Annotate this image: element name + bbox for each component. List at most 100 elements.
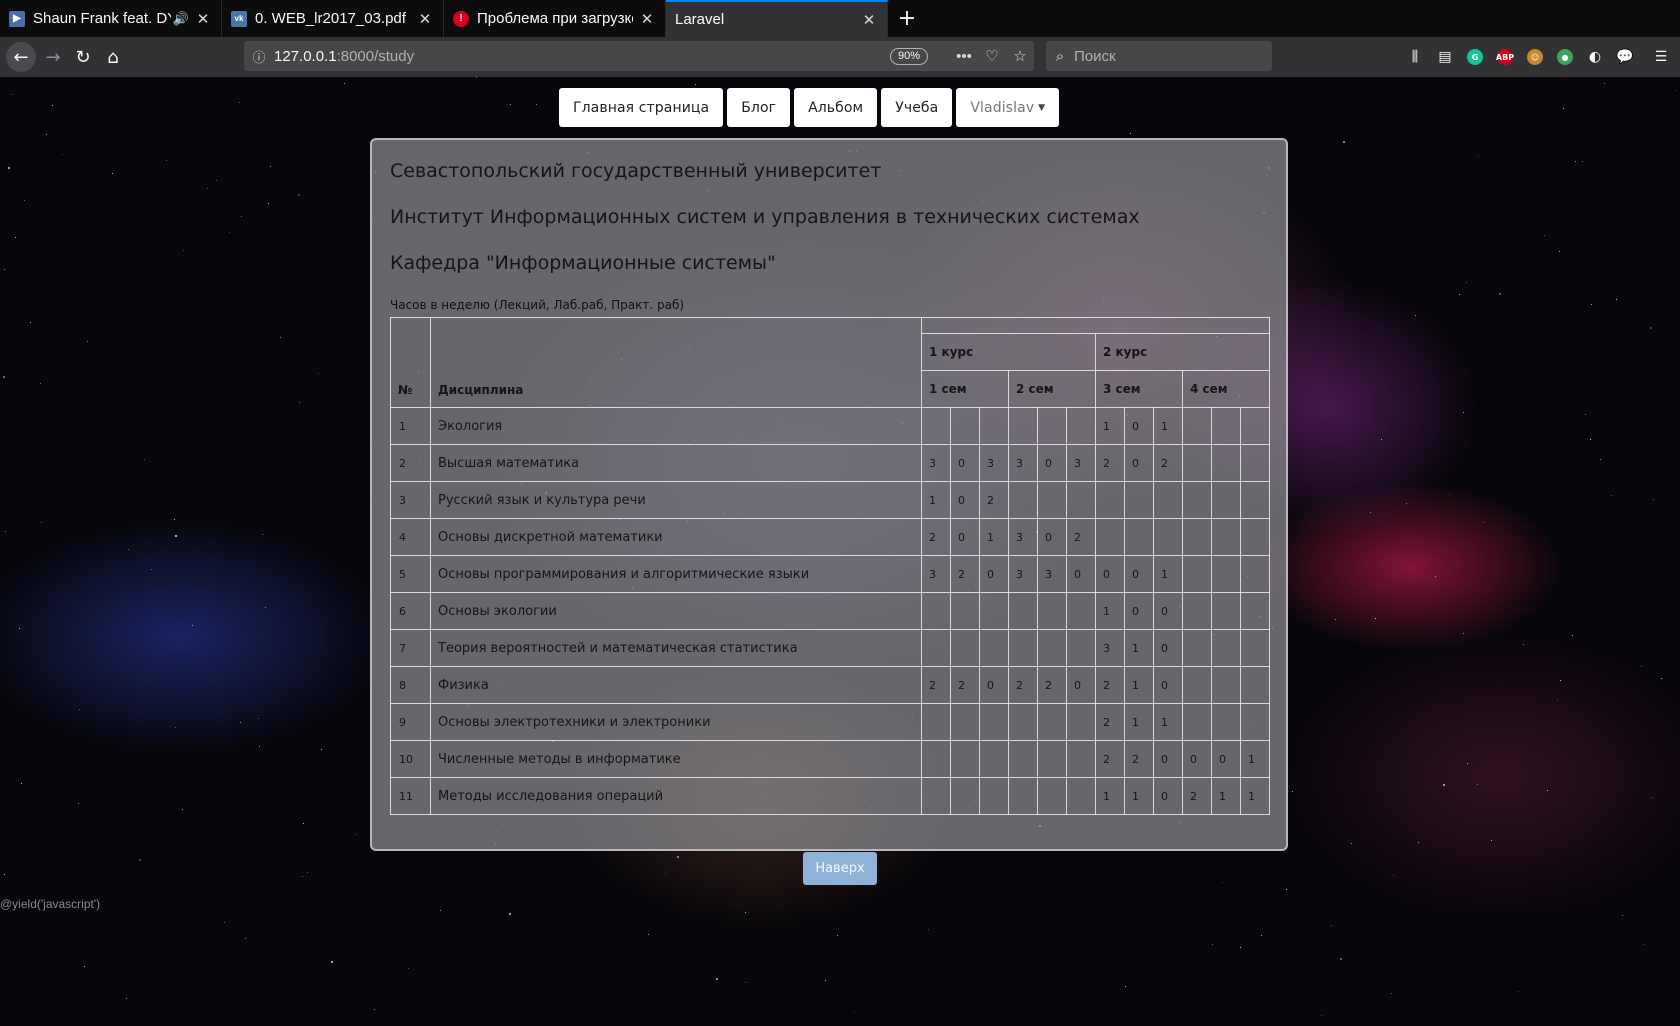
close-tab-icon[interactable]: ✕	[861, 11, 877, 29]
hours-cell	[1240, 481, 1270, 519]
hours-cell	[950, 777, 980, 815]
close-tab-icon[interactable]: ✕	[195, 10, 211, 28]
nav-blog-link[interactable]: Блог	[727, 88, 791, 127]
close-tab-icon[interactable]: ✕	[417, 10, 433, 28]
star-dot	[1590, 439, 1591, 440]
star-dot	[229, 232, 230, 233]
star-dot	[3, 376, 5, 378]
hours-cell	[1066, 703, 1096, 741]
hours-cell	[1211, 592, 1241, 630]
star-dot	[1340, 958, 1342, 960]
nav-album-link[interactable]: Альбом	[794, 88, 878, 127]
hours-cell: 3	[1037, 555, 1067, 593]
hours-cell: 2	[1095, 740, 1125, 778]
hours-cell: 1	[979, 518, 1009, 556]
address-bar[interactable]: ⓘ 127.0.0.1:8000/study 90% ••• ♡ ☆	[244, 41, 1034, 71]
speaker-icon[interactable]: 🔊	[173, 11, 189, 27]
hours-cell: 0	[1037, 444, 1067, 482]
star-dot	[1575, 161, 1576, 162]
reload-icon[interactable]: ↻	[68, 42, 98, 72]
chat-icon[interactable]: 💬	[1610, 42, 1640, 72]
star-dot	[1261, 935, 1262, 936]
hours-cell	[1182, 592, 1212, 630]
star-dot	[344, 83, 345, 84]
table-row: 9 Основы электротехники и электроники 2 1 1	[390, 703, 1270, 741]
hours-cell	[1037, 740, 1067, 778]
star-dot	[745, 912, 746, 913]
row-number: 4	[390, 518, 431, 556]
info-icon[interactable]: ⓘ	[244, 47, 274, 66]
search-icon: ⌕	[1055, 47, 1065, 65]
back-arrow-icon[interactable]: ←	[6, 42, 36, 72]
hours-cell: 2	[921, 518, 951, 556]
page-actions-icon[interactable]: •••	[950, 48, 978, 65]
tampermonkey-icon[interactable]: ☺	[1520, 42, 1550, 72]
star-dot	[665, 873, 666, 874]
grammarly-icon[interactable]: G	[1460, 42, 1490, 72]
star-dot	[1544, 235, 1545, 236]
hours-cell	[1008, 407, 1038, 445]
hours-cell	[1037, 481, 1067, 519]
hours-cell	[1182, 444, 1212, 482]
zoom-indicator[interactable]: 90%	[889, 47, 928, 65]
row-number: 7	[390, 629, 431, 667]
hours-cell: 0	[979, 666, 1009, 704]
bookmark-star-icon[interactable]: ☆	[1006, 47, 1034, 65]
hours-cell	[1066, 407, 1096, 445]
tab-error[interactable]: ! Проблема при загрузке ✕	[444, 0, 666, 37]
tab-music[interactable]: ▶ Shaun Frank feat. DYS 🔊 ✕	[0, 0, 222, 37]
pocket-icon[interactable]: ♡	[978, 47, 1006, 65]
hours-cell	[921, 407, 951, 445]
star-dot	[216, 180, 217, 181]
star-dot	[1321, 1015, 1322, 1016]
back-to-top-button[interactable]: Наверх	[803, 852, 877, 885]
toolbar-icons: ⫼ ▤ G ABP ☺ ● ◐ 💬 ☰	[1400, 37, 1680, 77]
url-text[interactable]: 127.0.0.1:8000/study	[274, 48, 890, 65]
sync-icon[interactable]: ◐	[1580, 42, 1610, 72]
hours-cell	[979, 777, 1009, 815]
forward-arrow-icon[interactable]: →	[38, 42, 68, 72]
nav-study-link[interactable]: Учеба	[881, 88, 953, 127]
star-dot	[1375, 618, 1376, 619]
new-tab-icon[interactable]: +	[888, 0, 926, 37]
star-dot	[1563, 108, 1564, 109]
hours-cell: 3	[1095, 629, 1125, 667]
hours-cell: 1	[921, 481, 951, 519]
adblock-icon[interactable]: ABP	[1490, 42, 1520, 72]
star-dot	[12, 94, 13, 95]
hours-cell: 2	[1095, 703, 1125, 741]
hours-cell	[979, 407, 1009, 445]
menu-icon[interactable]: ☰	[1646, 42, 1676, 72]
star-dot	[4, 269, 5, 270]
tab-pdf[interactable]: vk 0. WEB_lr2017_03.pdf ✕	[222, 0, 444, 37]
hours-cell	[1240, 518, 1270, 556]
home-icon[interactable]: ⌂	[98, 42, 128, 72]
extension-green-icon[interactable]: ●	[1550, 42, 1580, 72]
tab-laravel[interactable]: Laravel ✕	[666, 0, 888, 37]
hours-cell	[1182, 555, 1212, 593]
hours-cell: 2	[1095, 444, 1125, 482]
search-bar[interactable]: ⌕ Поиск	[1046, 41, 1272, 71]
sidebar-icon[interactable]: ▤	[1430, 42, 1460, 72]
star-dot	[1600, 459, 1601, 460]
hours-cell	[1211, 444, 1241, 482]
hours-cell	[979, 629, 1009, 667]
user-dropdown[interactable]: Vladislav ▼	[956, 88, 1060, 127]
star-dot	[62, 154, 63, 155]
hours-cell: 3	[979, 444, 1009, 482]
semester-2-header: 2 сем	[1008, 370, 1096, 408]
star-dot	[270, 166, 271, 167]
course-1-header: 1 курс	[921, 333, 1096, 371]
study-panel: Севастопольский государственный универси…	[370, 138, 1288, 851]
library-icon[interactable]: ⫼	[1400, 42, 1430, 72]
hours-cell: 0	[950, 481, 980, 519]
nav-home-link[interactable]: Главная страница	[559, 88, 724, 127]
star-dot	[510, 104, 511, 105]
star-dot	[1292, 791, 1293, 792]
row-number: 5	[390, 555, 431, 593]
star-dot	[1675, 90, 1676, 91]
close-tab-icon[interactable]: ✕	[639, 10, 655, 28]
row-number: 1	[390, 407, 431, 445]
star-dot	[1478, 155, 1479, 156]
hours-cell: 2	[950, 666, 980, 704]
